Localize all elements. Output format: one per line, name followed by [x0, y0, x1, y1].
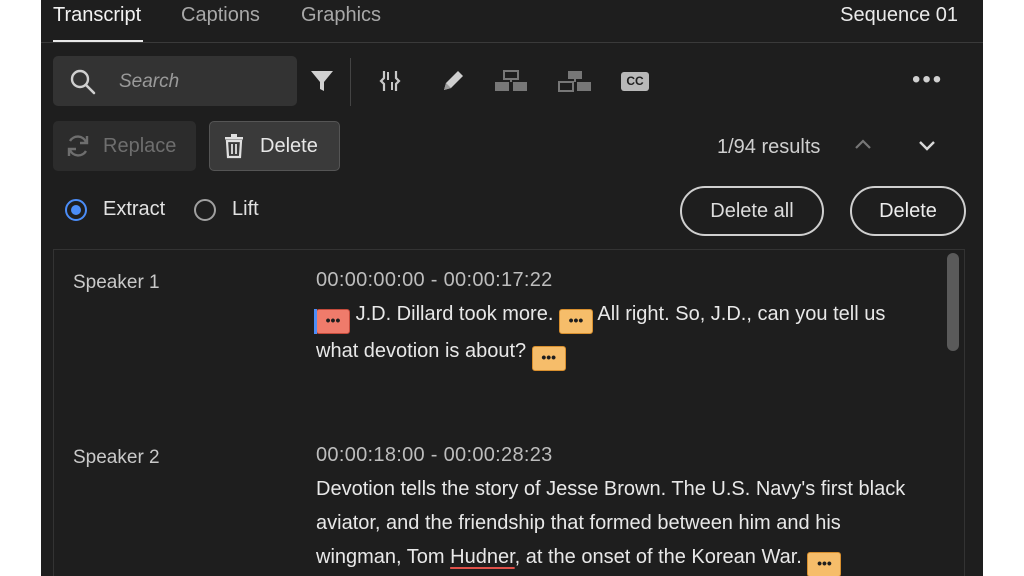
delete-button[interactable]: Delete [850, 186, 966, 236]
scrollbar[interactable] [947, 253, 959, 351]
segment-1-timecode: 00:00:00:00 - 00:00:17:22 [316, 269, 553, 291]
tab-graphics[interactable]: Graphics [301, 4, 381, 27]
split-speaker-icon[interactable] [492, 66, 530, 96]
lift-option[interactable]: Lift [194, 198, 259, 221]
tab-transcript[interactable]: Transcript [53, 4, 141, 27]
transcript-panel: Transcript Captions Graphics Sequence 01 [41, 0, 983, 576]
replace-button[interactable]: Replace [53, 121, 196, 171]
trash-icon [225, 134, 243, 159]
pause-marker[interactable]: ••• [558, 309, 593, 334]
previous-result-icon[interactable] [852, 134, 874, 161]
next-result-icon[interactable] [916, 134, 938, 161]
replace-label: Replace [103, 134, 177, 157]
segment-1-text[interactable]: ••• J.D. Dillard took more. ••• All righ… [314, 297, 906, 371]
merge-segments-icon[interactable] [375, 66, 405, 96]
filter-icon[interactable] [307, 66, 337, 96]
closed-captions-icon[interactable]: CC [619, 68, 651, 94]
tab-captions[interactable]: Captions [181, 4, 260, 27]
cc-label: CC [621, 71, 649, 91]
results-count: 1/94 results [717, 136, 821, 158]
segment-2-part-3: , at the onset of the Korean War. [514, 546, 802, 568]
lift-radio[interactable] [194, 198, 216, 221]
segment-2-timecode: 00:00:18:00 - 00:00:28:23 [316, 444, 553, 466]
extract-radio[interactable] [65, 198, 87, 221]
toolbar-divider [350, 58, 351, 106]
more-icon[interactable]: ••• [912, 66, 943, 94]
extract-option[interactable]: Extract [65, 198, 165, 221]
spelling-flag-word[interactable]: Hudner [450, 546, 515, 568]
delete-label: Delete [260, 134, 318, 157]
speaker-2-label[interactable]: Speaker 2 [73, 447, 160, 469]
pause-marker[interactable]: ••• [531, 346, 566, 371]
search-input[interactable] [117, 66, 291, 98]
pause-marker[interactable]: ••• [807, 552, 842, 576]
segment-2-text[interactable]: Devotion tells the story of Jesse Brown.… [316, 472, 906, 576]
search-box[interactable] [53, 56, 297, 106]
pause-marker-selected[interactable]: ••• [314, 309, 350, 334]
merge-speaker-icon[interactable] [556, 66, 594, 96]
speaker-1-label[interactable]: Speaker 1 [73, 272, 160, 294]
tab-divider [41, 42, 983, 43]
delete-button-top[interactable]: Delete [209, 121, 340, 171]
delete-all-button[interactable]: Delete all [680, 186, 824, 236]
pencil-icon[interactable] [438, 66, 468, 96]
segment-1-part-1: J.D. Dillard took more. [355, 303, 554, 325]
search-icon [70, 69, 96, 95]
sequence-name[interactable]: Sequence 01 [840, 4, 958, 27]
lift-label: Lift [232, 198, 259, 220]
refresh-icon [67, 135, 89, 157]
extract-label: Extract [103, 198, 166, 220]
